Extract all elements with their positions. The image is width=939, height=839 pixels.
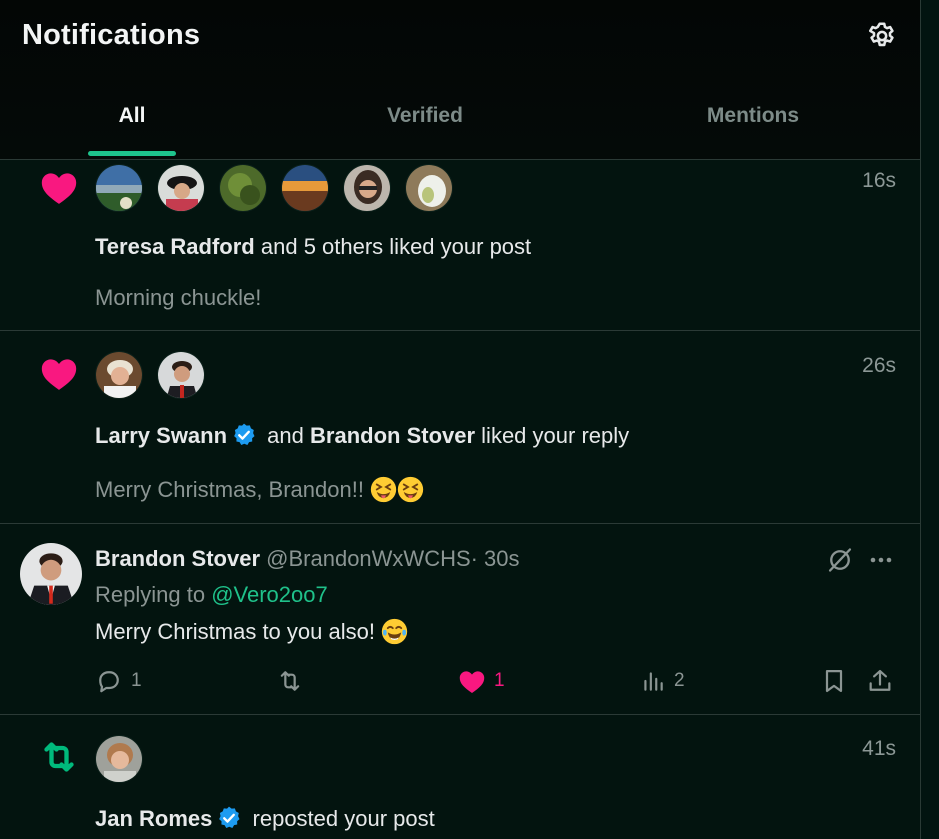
actor-name[interactable]: Larry Swann: [95, 423, 227, 448]
views-button[interactable]: 2: [640, 667, 685, 695]
avatar[interactable]: [20, 543, 82, 605]
actor-name[interactable]: Brandon Stover: [310, 423, 475, 448]
reply-button[interactable]: 1: [95, 667, 142, 695]
timestamp[interactable]: 30s: [484, 546, 519, 571]
repost-icon: [44, 742, 74, 772]
more-options-icon[interactable]: [866, 548, 896, 572]
avatar[interactable]: [157, 164, 205, 212]
like-button[interactable]: 1: [458, 667, 505, 695]
heart-icon: [41, 359, 77, 390]
reposter-avatars: [95, 735, 143, 783]
notification-text: Jan Romes reposted your post: [95, 806, 435, 831]
app: Notifications All Verified Mentions 16s …: [0, 0, 939, 839]
bookmark-icon: [825, 669, 843, 693]
notification-like-post[interactable]: 16s Teresa Radford and 5 others liked yo…: [0, 160, 920, 331]
heart-icon: [41, 173, 77, 204]
notification-feed: 16s Teresa Radford and 5 others liked yo…: [0, 160, 920, 839]
tweet-header: Brandon Stover @BrandonWxWCHS· 30s: [95, 546, 519, 572]
replying-to-link[interactable]: @Vero2oo7: [211, 582, 328, 607]
share-button[interactable]: [866, 667, 894, 695]
squinting-tongue-emoji-icon: [370, 476, 397, 503]
separator: ·: [470, 546, 478, 571]
notification-like-reply[interactable]: 26s Larry Swann and Brandon Stover liked…: [0, 331, 920, 524]
avatar[interactable]: [405, 164, 453, 212]
notifications-column: Notifications All Verified Mentions 16s …: [0, 0, 921, 839]
repost-icon: [280, 671, 300, 691]
tab-bar: All Verified Mentions: [0, 84, 920, 160]
liker-avatars: [95, 351, 205, 399]
tab-verified[interactable]: Verified: [345, 84, 505, 160]
heart-icon: [459, 671, 485, 694]
squinting-tongue-emoji-icon: [397, 476, 424, 503]
liker-avatars: [95, 164, 453, 212]
tab-mentions[interactable]: Mentions: [672, 84, 834, 160]
author-handle[interactable]: @BrandonWxWCHS: [266, 546, 471, 571]
share-icon: [869, 669, 891, 691]
bookmark-button[interactable]: [820, 667, 848, 695]
gear-icon[interactable]: [866, 20, 898, 52]
notification-text: Larry Swann and Brandon Stover liked you…: [95, 423, 630, 448]
verified-badge-icon: [219, 806, 240, 828]
active-tab-indicator: [88, 151, 176, 156]
timestamp[interactable]: 16s: [862, 169, 896, 193]
avatar[interactable]: [343, 164, 391, 212]
actor-name[interactable]: Teresa Radford: [95, 234, 255, 259]
avatar[interactable]: [281, 164, 329, 212]
reply-icon: [99, 671, 119, 693]
avatar[interactable]: [95, 164, 143, 212]
avatar[interactable]: [157, 351, 205, 399]
avatar[interactable]: [95, 351, 143, 399]
actor-name[interactable]: Jan Romes: [95, 806, 212, 831]
timestamp[interactable]: 26s: [862, 354, 896, 378]
replying-to-line: Replying to @Vero2oo7: [95, 582, 328, 607]
page-title: Notifications: [22, 19, 201, 51]
repost-button[interactable]: [275, 667, 313, 695]
notification-text: Teresa Radford and 5 others liked your p…: [95, 234, 532, 259]
notification-reply-tweet[interactable]: Brandon Stover @BrandonWxWCHS· 30s Replyi…: [0, 524, 920, 715]
verified-badge-icon: [234, 423, 255, 445]
post-snippet: Morning chuckle!: [95, 285, 262, 310]
analytics-icon: [644, 672, 663, 691]
avatar[interactable]: [95, 735, 143, 783]
tweet-body: Merry Christmas to you also!: [95, 618, 408, 645]
tears-of-joy-emoji-icon: [381, 618, 408, 645]
notifications-header: Notifications All Verified Mentions: [0, 0, 920, 160]
notification-repost[interactable]: 41s Jan Romes reposted your post: [0, 715, 920, 839]
avatar[interactable]: [219, 164, 267, 212]
reply-snippet: Merry Christmas, Brandon!!: [95, 476, 424, 503]
grok-icon[interactable]: [826, 546, 854, 574]
author-name[interactable]: Brandon Stover: [95, 546, 260, 571]
tab-all[interactable]: All: [78, 84, 186, 160]
timestamp[interactable]: 41s: [862, 737, 896, 761]
